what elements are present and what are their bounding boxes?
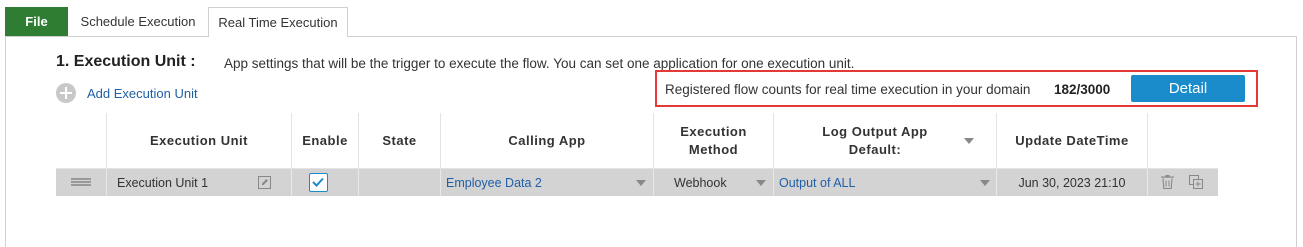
execution-method-value: Webhook [674, 175, 727, 190]
row-actions-cell [1147, 169, 1218, 196]
chevron-down-icon [636, 180, 646, 186]
header-calling-app: Calling App [440, 113, 653, 168]
header-drag-column [56, 113, 106, 168]
tab-schedule-execution[interactable]: Schedule Execution [68, 7, 208, 36]
header-execution-unit: Execution Unit [106, 113, 291, 168]
log-output-select[interactable]: Output of ALL [773, 169, 996, 196]
tab-bar: File Schedule Execution Real Time Execut… [0, 0, 1303, 38]
add-execution-unit-label: Add Execution Unit [87, 85, 198, 101]
calling-app-select[interactable]: Employee Data 2 [440, 169, 653, 196]
table-row: Execution Unit 1 Employee Data 2 Webhook… [56, 169, 1218, 196]
drag-handle-icon[interactable] [71, 178, 91, 187]
chevron-down-icon [980, 180, 990, 186]
execution-unit-name: Execution Unit 1 [117, 175, 209, 190]
drag-handle-cell[interactable] [56, 169, 106, 196]
log-output-value: Output of ALL [779, 175, 856, 190]
header-actions [1147, 113, 1218, 168]
header-state: State [358, 113, 440, 168]
plus-circle-icon [56, 83, 76, 103]
header-update-datetime: Update DateTime [996, 113, 1147, 168]
edit-icon[interactable] [258, 176, 271, 189]
state-cell [358, 169, 440, 196]
log-output-dropdown-icon[interactable] [964, 138, 974, 144]
copy-icon[interactable] [1189, 175, 1203, 189]
detail-button[interactable]: Detail [1131, 75, 1245, 102]
enable-cell [291, 169, 358, 196]
header-enable: Enable [291, 113, 358, 168]
registered-count-text: Registered flow counts for real time exe… [665, 82, 1031, 97]
chevron-down-icon [756, 180, 766, 186]
checkmark-icon [312, 177, 324, 187]
trash-icon[interactable] [1161, 175, 1174, 189]
add-execution-unit-button[interactable]: Add Execution Unit [56, 83, 198, 103]
execution-method-select[interactable]: Webhook [653, 169, 773, 196]
tab-real-time-execution[interactable]: Real Time Execution [208, 7, 348, 37]
tab-file[interactable]: File [5, 7, 68, 36]
calling-app-value: Employee Data 2 [446, 175, 542, 190]
execution-unit-cell: Execution Unit 1 [106, 169, 291, 196]
section-title: 1. Execution Unit : [56, 53, 196, 70]
enable-checkbox[interactable] [309, 173, 328, 192]
header-execution-method: Execution Method [653, 113, 773, 168]
header-log-output[interactable]: Log Output App Default: [773, 113, 996, 168]
update-datetime-cell: Jun 30, 2023 21:10 [996, 169, 1147, 196]
registered-count-value: 182/3000 [1054, 82, 1111, 97]
section-description: App settings that will be the trigger to… [224, 56, 855, 71]
